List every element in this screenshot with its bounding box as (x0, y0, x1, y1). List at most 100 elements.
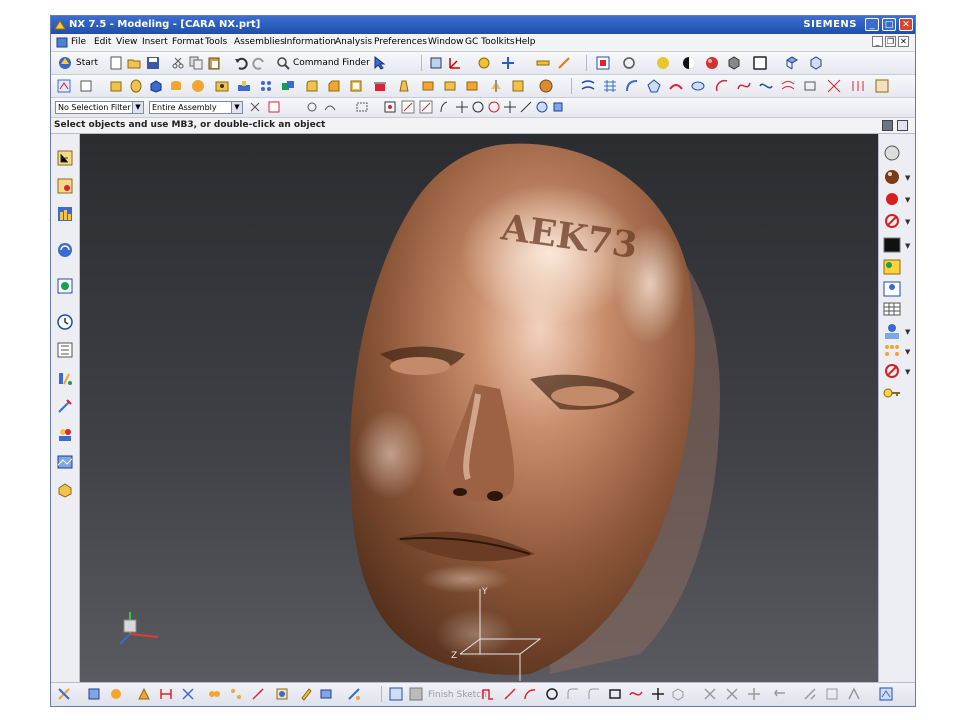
start-icon[interactable] (57, 55, 73, 71)
menu-view[interactable]: View (116, 37, 137, 47)
wcs-icon[interactable] (448, 56, 462, 70)
extrude-icon[interactable] (109, 79, 123, 93)
light-edit-icon[interactable] (882, 258, 902, 276)
chevron-down-icon[interactable]: ▼ (905, 348, 910, 356)
mdi-restore-button[interactable]: ❐ (885, 36, 896, 47)
graphics-window[interactable]: AEK73 Y Z (80, 134, 878, 683)
command-finder-icon[interactable] (276, 56, 290, 70)
fit-view-icon[interactable] (596, 56, 610, 70)
background-icon[interactable] (753, 56, 767, 70)
revolve-icon[interactable] (129, 79, 143, 93)
extract-icon[interactable] (511, 79, 525, 93)
material-ball-icon[interactable] (882, 190, 902, 208)
menu-tools[interactable]: Tools (205, 37, 227, 47)
feature-group-icon[interactable] (87, 687, 101, 701)
menu-gc-toolkits[interactable]: GC Toolkits (465, 37, 515, 47)
polygon-icon[interactable] (671, 687, 685, 701)
grid-icon[interactable] (882, 300, 902, 318)
start-button[interactable]: Start (76, 58, 98, 68)
sheet-metal-icon[interactable] (137, 687, 151, 701)
paste-icon[interactable] (207, 56, 221, 70)
rotate-view-icon[interactable] (622, 56, 636, 70)
spline-icon[interactable] (737, 79, 751, 93)
select-arrow-icon[interactable] (373, 56, 387, 70)
history-icon[interactable] (57, 314, 73, 330)
hole-icon[interactable] (215, 79, 229, 93)
part-navigator-icon[interactable] (57, 206, 73, 222)
undo-icon[interactable] (234, 56, 248, 70)
user-profile-icon[interactable] (882, 322, 902, 340)
sketch-dimension-icon[interactable] (773, 687, 787, 701)
general-selection-icon[interactable] (248, 100, 262, 114)
sphere-icon[interactable] (191, 79, 205, 93)
open-folder-icon[interactable] (127, 56, 141, 70)
unite-icon[interactable] (281, 79, 295, 93)
user-view-icon[interactable] (882, 280, 902, 298)
menu-analysis[interactable]: Analysis (335, 37, 372, 47)
surface-icon[interactable] (539, 79, 553, 93)
cylinder-icon[interactable] (169, 79, 183, 93)
isoparametric-icon[interactable] (851, 79, 865, 93)
edit-defining-icon[interactable] (319, 687, 333, 701)
menu-insert[interactable]: Insert (142, 37, 168, 47)
shaded-render-icon[interactable] (882, 168, 902, 186)
trimetric-icon[interactable] (809, 56, 823, 70)
constraint-icon[interactable] (181, 687, 195, 701)
trim-icon[interactable] (57, 687, 71, 701)
project-curve-icon[interactable] (803, 79, 817, 93)
finish-sketch-icon[interactable] (409, 687, 423, 701)
pattern-icon[interactable] (259, 79, 273, 93)
quick-extend-icon[interactable] (725, 687, 739, 701)
maximize-button[interactable]: □ (882, 18, 896, 31)
snap-line-icon[interactable] (401, 100, 415, 114)
boss-icon[interactable] (237, 79, 251, 93)
face-rule-icon[interactable] (305, 100, 319, 114)
background-black-icon[interactable] (882, 236, 902, 254)
studio-surface-icon[interactable] (691, 79, 705, 93)
sketch-settings-icon[interactable] (879, 687, 893, 701)
process-studio-icon[interactable] (57, 370, 73, 386)
save-icon[interactable] (146, 56, 160, 70)
rectangle-select-icon[interactable] (355, 100, 369, 114)
material-icon[interactable] (705, 56, 719, 70)
make-corner-icon[interactable] (747, 687, 761, 701)
chevron-down-icon[interactable]: ▼ (905, 174, 910, 182)
snap-icon[interactable] (477, 56, 491, 70)
sew-icon[interactable] (465, 79, 479, 93)
menu-information[interactable]: Information (284, 37, 336, 47)
sketch-task-icon[interactable] (389, 687, 403, 701)
circle-icon[interactable] (545, 687, 559, 701)
status-panel-icon[interactable] (882, 120, 893, 131)
nx-app-icon[interactable] (54, 19, 66, 31)
geometric-constraint-icon[interactable] (803, 687, 817, 701)
arc-icon[interactable] (715, 79, 729, 93)
web-browser-icon[interactable] (57, 454, 73, 470)
inference-icon[interactable] (275, 687, 289, 701)
edge-blend-icon[interactable] (305, 79, 319, 93)
studio-spline-icon[interactable] (629, 687, 643, 701)
roles-icon[interactable] (57, 426, 73, 442)
chamfer-sketch-icon[interactable] (587, 687, 601, 701)
intersection-curve-icon[interactable] (827, 79, 841, 93)
show-constraints-icon[interactable] (825, 687, 839, 701)
palette-icon[interactable] (57, 482, 73, 498)
dimension-icon[interactable] (159, 687, 173, 701)
select-all-icon[interactable] (267, 100, 281, 114)
reattach-icon[interactable] (347, 687, 361, 701)
view-triad[interactable] (119, 612, 159, 645)
pattern-dots-icon[interactable] (882, 342, 902, 360)
render-style-icon[interactable] (682, 56, 696, 70)
studio-render-icon[interactable] (882, 144, 902, 162)
mirror-curve-icon[interactable] (229, 687, 243, 701)
offset-icon[interactable] (207, 687, 221, 701)
reuse-library-icon[interactable] (57, 242, 73, 258)
offset-curve-icon[interactable] (781, 79, 795, 93)
face-model[interactable]: AEK73 Y Z (80, 134, 878, 681)
sketch-icon[interactable] (57, 79, 71, 93)
bridge-icon[interactable] (669, 79, 683, 93)
hd3d-tools-icon[interactable] (57, 278, 73, 294)
pattern-curve-icon[interactable] (251, 687, 265, 701)
trim-body-icon[interactable] (373, 79, 387, 93)
ruler-icon[interactable] (536, 56, 550, 70)
system-materials-icon[interactable] (57, 342, 73, 358)
